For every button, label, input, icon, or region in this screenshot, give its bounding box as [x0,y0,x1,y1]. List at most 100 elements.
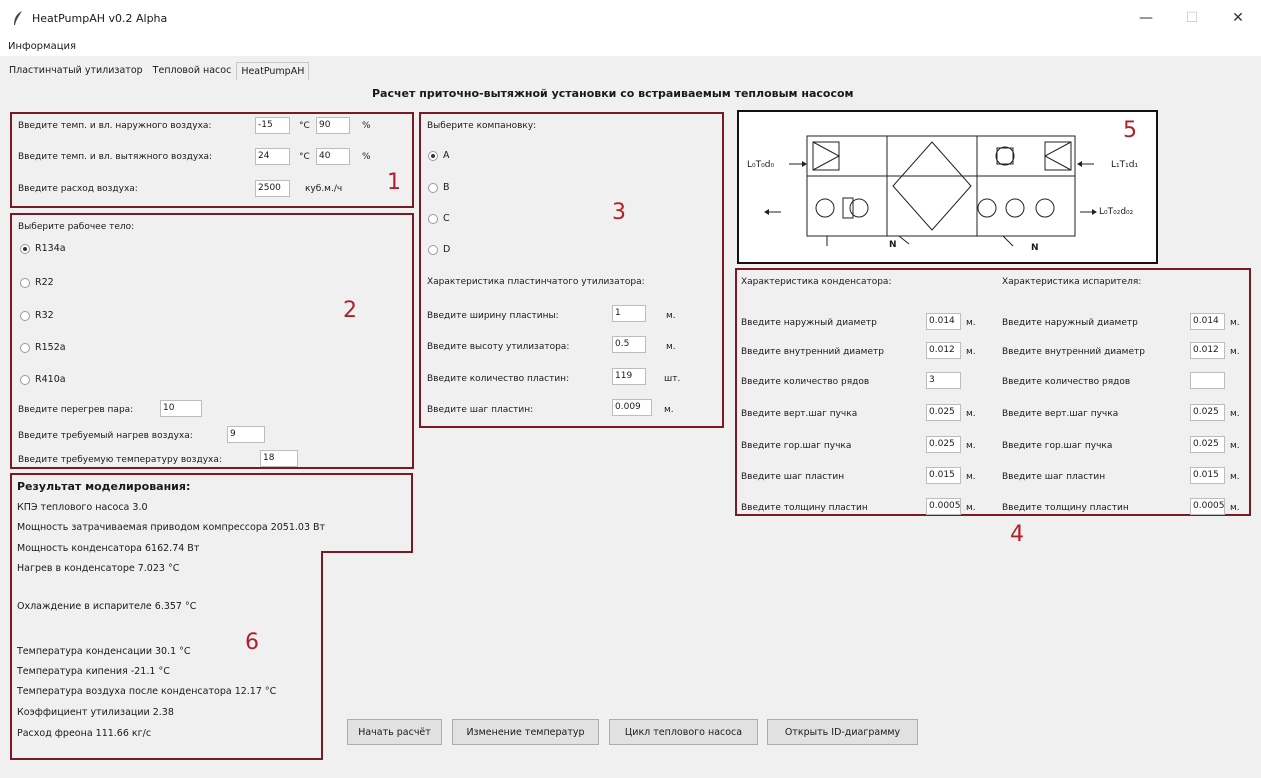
plate-height-label: Введите высоту утилизатора: [427,342,570,352]
evaporator-row-unit: м. [1230,347,1240,357]
condenser-row-input[interactable]: 0.025 [926,436,961,453]
superheat-input[interactable]: 10 [160,400,202,417]
evaporator-row-unit: м. [1230,441,1240,451]
evaporator-title: Характеристика испарителя: [1002,277,1142,287]
plate-height-input[interactable]: 0.5 [612,336,646,353]
tab-bar: Пластинчатый утилизатор Тепловой насос H… [4,58,310,80]
target-temp-label: Введите требуемую температуру воздуха: [18,455,222,465]
unit-pct-2: % [362,152,371,162]
section-number-1: 1 [387,170,401,195]
tab-heatpumpah[interactable]: HeatPumpAH [236,62,310,80]
outdoor-humidity-input[interactable]: 90 [316,117,350,134]
condenser-row-unit: м. [966,503,976,513]
result-line: Температура конденсации 30.1 °C [17,646,191,657]
unit-c-2: °C [299,152,310,162]
radio-label: C [443,213,450,224]
unit-c-1: °C [299,121,310,131]
menu-info[interactable]: Информация [8,41,76,52]
condenser-row-label: Введите внутренний диаметр [741,347,884,357]
evaporator-row-input[interactable] [1190,372,1225,389]
condenser-row-unit: м. [966,472,976,482]
section-number-2: 2 [343,298,357,323]
unit-pct-1: % [362,121,371,131]
menu-bar: Информация [0,36,1261,56]
evaporator-row-input[interactable]: 0.014 [1190,313,1225,330]
radio-dot [20,374,30,385]
evaporator-row-input[interactable]: 0.025 [1190,404,1225,421]
radio-dot [20,342,30,353]
inflow-right-label: L₁T₁d₁ [1111,160,1139,170]
condenser-row-label: Введите гор.шаг пучка [741,441,852,451]
radio-r22[interactable]: R22 [20,277,54,288]
condenser-row-input[interactable]: 0.012 [926,342,961,359]
radio-layout-a[interactable]: A [428,150,450,161]
radio-r152a[interactable]: R152a [20,342,66,353]
temperature-change-button[interactable]: Изменение температур [452,719,599,745]
result-line: Коэффициент утилизации 2.38 [17,707,174,718]
result-line: Мощность затрачиваемая приводом компресс… [17,522,326,533]
radio-layout-c[interactable]: C [428,213,450,224]
radio-dot [428,244,438,255]
outflow-right-label: L₀T₀₂d₀₂ [1099,207,1134,217]
evaporator-row-input[interactable]: 0.012 [1190,342,1225,359]
plate-count-input[interactable]: 119 [612,368,646,385]
radio-label: R410a [35,374,66,385]
radio-r410a[interactable]: R410a [20,374,66,385]
evaporator-row-label: Введите гор.шаг пучка [1002,441,1113,451]
condenser-row-unit: м. [966,441,976,451]
evaporator-row-input[interactable]: 0.015 [1190,467,1225,484]
schematic-drawing [764,135,1097,247]
plate-width-label: Введите ширину пластины: [427,311,559,321]
radio-layout-b[interactable]: B [428,182,450,193]
air-flow-input[interactable]: 2500 [255,180,290,197]
heat-pump-cycle-button[interactable]: Цикл теплового насоса [609,719,758,745]
evaporator-row-input[interactable]: 0.0005 [1190,498,1225,515]
result-line: Мощность конденсатора 6162.74 Вт [17,543,200,554]
target-temp-input[interactable]: 18 [260,450,298,467]
close-button[interactable]: ✕ [1215,0,1261,36]
tab-heat-pump[interactable]: Тепловой насос [148,61,237,80]
radio-dot [20,310,30,321]
plate-pitch-unit: м. [664,405,674,415]
radio-r134a[interactable]: R134a [20,243,66,254]
radio-r32[interactable]: R32 [20,310,54,321]
condenser-row-label: Введите наружный диаметр [741,318,877,328]
condenser-row-input[interactable]: 0.025 [926,404,961,421]
plate-width-unit: м. [666,311,676,321]
minimize-button[interactable]: — [1123,0,1169,36]
open-id-diagram-button[interactable]: Открыть ID-диаграмму [767,719,918,745]
condenser-row-input[interactable]: 0.014 [926,313,961,330]
condenser-row-label: Введите количество рядов [741,377,870,387]
evaporator-row-label: Введите шаг пластин [1002,472,1106,482]
condenser-row-label: Введите толщину пластин [741,503,868,513]
plate-pitch-input[interactable]: 0.009 [612,399,652,416]
condenser-row-input[interactable]: 0.015 [926,467,961,484]
evaporator-row-unit: м. [1230,409,1240,419]
heating-label: Введите требуемый нагрев воздуха: [18,431,193,441]
condenser-row-input[interactable]: 3 [926,372,961,389]
outdoor-temp-input[interactable]: -15 [255,117,290,134]
condenser-row-input[interactable]: 0.0005 [926,498,961,515]
radio-layout-d[interactable]: D [428,244,450,255]
superheat-label: Введите перегрев пара: [18,405,134,415]
radio-dot [20,277,30,288]
exhaust-humidity-input[interactable]: 40 [316,148,350,165]
radio-label: D [443,244,451,255]
condenser-title: Характеристика конденсатора: [741,277,892,287]
heating-input[interactable]: 9 [227,426,265,443]
result-line: КПЭ теплового насоса 3.0 [17,502,148,513]
evaporator-row-label: Введите толщину пластин [1002,503,1129,513]
results-title: Результат моделирования: [17,480,191,493]
evaporator-row-input[interactable]: 0.025 [1190,436,1225,453]
condenser-row-unit: м. [966,409,976,419]
start-calculation-button[interactable]: Начать расчёт [347,719,442,745]
tab-plate-recuperator[interactable]: Пластинчатый утилизатор [4,61,148,80]
plate-width-input[interactable]: 1 [612,305,646,322]
radio-dot [428,213,438,224]
radio-dot [20,243,30,254]
plate-height-unit: м. [666,342,676,352]
plate-count-label: Введите количество пластин: [427,374,570,384]
radio-label: R32 [35,310,54,321]
exhaust-temp-input[interactable]: 24 [255,148,290,165]
evaporator-row-unit: м. [1230,503,1240,513]
